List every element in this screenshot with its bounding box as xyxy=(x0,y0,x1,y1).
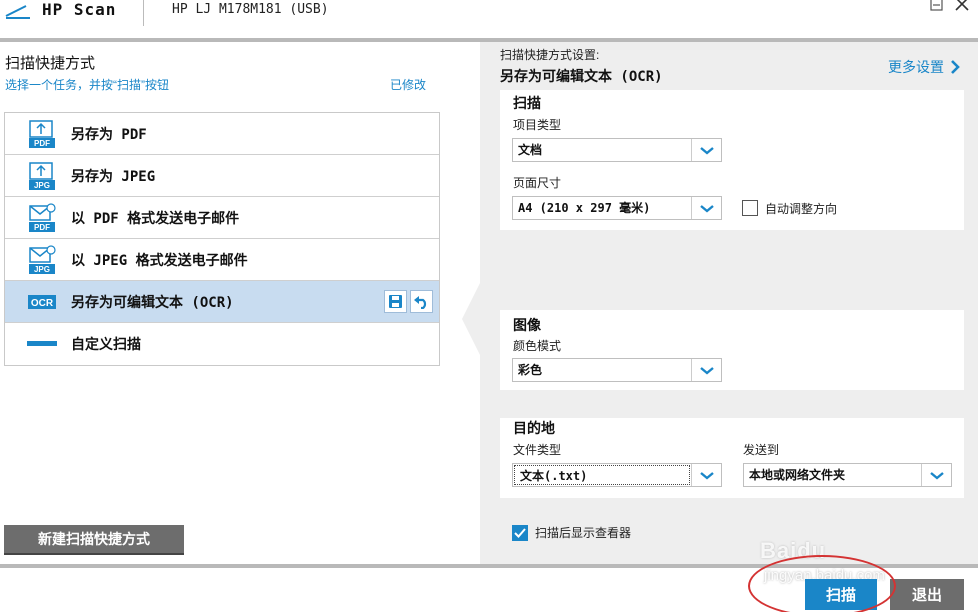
device-name: HP LJ M178M181 (USB) xyxy=(172,2,329,17)
item-type-label: 项目类型 xyxy=(513,118,562,132)
shortcut-label: 自定义扫描 xyxy=(71,337,141,353)
page-size-label: 页面尺寸 xyxy=(513,176,562,190)
shortcut-item-email-jpeg[interactable]: JPG 以 JPEG 格式发送电子邮件 xyxy=(5,239,439,281)
destination-section: 目的地 文件类型 文本(.txt) 发送到 本地或网络文件夹 xyxy=(500,418,964,498)
page-size-select[interactable]: A4 (210 x 297 毫米) xyxy=(512,196,722,220)
hp-scan-logo-icon xyxy=(5,5,30,19)
shortcut-actions xyxy=(384,290,433,313)
exit-button[interactable]: 退出 xyxy=(890,579,964,610)
shortcut-title: 另存为可编辑文本 (OCR) xyxy=(500,69,663,85)
svg-text:JPG: JPG xyxy=(34,181,50,190)
title-separator xyxy=(143,0,144,26)
app-name: HP Scan xyxy=(42,0,117,19)
page-size-value: A4 (210 x 297 毫米) xyxy=(518,201,651,215)
chevron-down-icon xyxy=(691,139,721,161)
svg-text:PDF: PDF xyxy=(34,223,50,232)
custom-scan-icon xyxy=(27,329,57,359)
pdf-save-icon: PDF xyxy=(27,119,57,149)
checkmark-icon xyxy=(514,528,526,538)
scan-section: 扫描 项目类型 文档 页面尺寸 A4 (210 x 297 毫米) 自动调整方向 xyxy=(500,90,964,230)
shortcuts-heading: 扫描快捷方式 xyxy=(5,55,96,72)
close-icon[interactable] xyxy=(953,0,971,14)
show-viewer-label: 扫描后显示查看器 xyxy=(535,526,632,540)
color-mode-value: 彩色 xyxy=(518,363,543,377)
shortcut-label: 以 JPEG 格式发送电子邮件 xyxy=(71,252,248,269)
svg-text:PDF: PDF xyxy=(34,139,50,148)
file-type-value: 文本(.txt) xyxy=(514,465,690,485)
shortcuts-instruction: 选择一个任务，并按“扫描”按钮 xyxy=(5,78,169,92)
jpg-email-icon: JPG xyxy=(27,244,57,275)
shortcut-label: 另存为 PDF xyxy=(71,126,147,143)
color-mode-select[interactable]: 彩色 xyxy=(512,358,722,382)
send-to-label: 发送到 xyxy=(743,443,780,457)
shortcut-item-save-jpeg[interactable]: JPG 另存为 JPEG xyxy=(5,155,439,197)
save-icon xyxy=(389,295,402,308)
chevron-down-icon xyxy=(691,359,721,381)
shortcut-item-custom[interactable]: 自定义扫描 xyxy=(5,323,439,365)
new-shortcut-button[interactable]: 新建扫描快捷方式 xyxy=(4,525,184,555)
auto-orient-checkbox[interactable] xyxy=(742,200,758,216)
image-section-title: 图像 xyxy=(513,317,541,333)
shortcut-item-save-pdf[interactable]: PDF 另存为 PDF xyxy=(5,113,439,155)
item-type-value: 文档 xyxy=(518,143,543,157)
annotation-circle xyxy=(748,555,896,612)
minimize-icon[interactable] xyxy=(928,0,946,14)
chevron-down-icon xyxy=(921,464,951,486)
chevron-right-icon xyxy=(951,60,960,74)
settings-label: 扫描快捷方式设置: xyxy=(500,48,600,62)
shortcut-label: 另存为可编辑文本 (OCR) xyxy=(71,294,234,311)
shortcut-label: 另存为 JPEG xyxy=(71,168,156,185)
undo-shortcut-button[interactable] xyxy=(410,290,433,313)
image-section: 图像 颜色模式 彩色 xyxy=(500,310,964,390)
item-type-select[interactable]: 文档 xyxy=(512,138,722,162)
pdf-email-icon: PDF xyxy=(27,202,57,233)
more-settings-label: 更多设置 xyxy=(888,59,944,75)
show-viewer-checkbox[interactable] xyxy=(512,525,528,541)
shortcut-item-email-pdf[interactable]: PDF 以 PDF 格式发送电子邮件 xyxy=(5,197,439,239)
jpg-save-icon: JPG xyxy=(27,161,57,191)
selection-pointer xyxy=(462,283,480,355)
scan-section-title: 扫描 xyxy=(513,95,541,111)
more-settings-link[interactable]: 更多设置 xyxy=(888,57,960,77)
color-mode-label: 颜色模式 xyxy=(513,339,562,353)
shortcut-list: PDF 另存为 PDF JPG 另存为 JPEG PDF 以 PDF 格式发送电… xyxy=(4,112,440,366)
ocr-icon: OCR xyxy=(27,287,57,317)
svg-text:JPG: JPG xyxy=(34,265,50,274)
chevron-down-icon xyxy=(691,464,721,486)
svg-text:OCR: OCR xyxy=(31,298,54,309)
auto-orient-label: 自动调整方向 xyxy=(765,202,838,216)
undo-icon xyxy=(414,296,427,309)
title-bar: HP Scan HP LJ M178M181 (USB) xyxy=(0,0,978,38)
chevron-down-icon xyxy=(691,197,721,219)
shortcut-item-ocr[interactable]: OCR 另存为可编辑文本 (OCR) xyxy=(5,281,439,323)
shortcut-label: 以 PDF 格式发送电子邮件 xyxy=(71,210,240,227)
file-type-label: 文件类型 xyxy=(513,443,562,457)
file-type-select[interactable]: 文本(.txt) xyxy=(512,463,722,487)
send-to-select[interactable]: 本地或网络文件夹 xyxy=(743,463,952,487)
save-shortcut-button[interactable] xyxy=(384,290,407,313)
destination-section-title: 目的地 xyxy=(513,420,555,436)
modified-link[interactable]: 已修改 xyxy=(390,76,426,93)
send-to-value: 本地或网络文件夹 xyxy=(749,468,846,482)
